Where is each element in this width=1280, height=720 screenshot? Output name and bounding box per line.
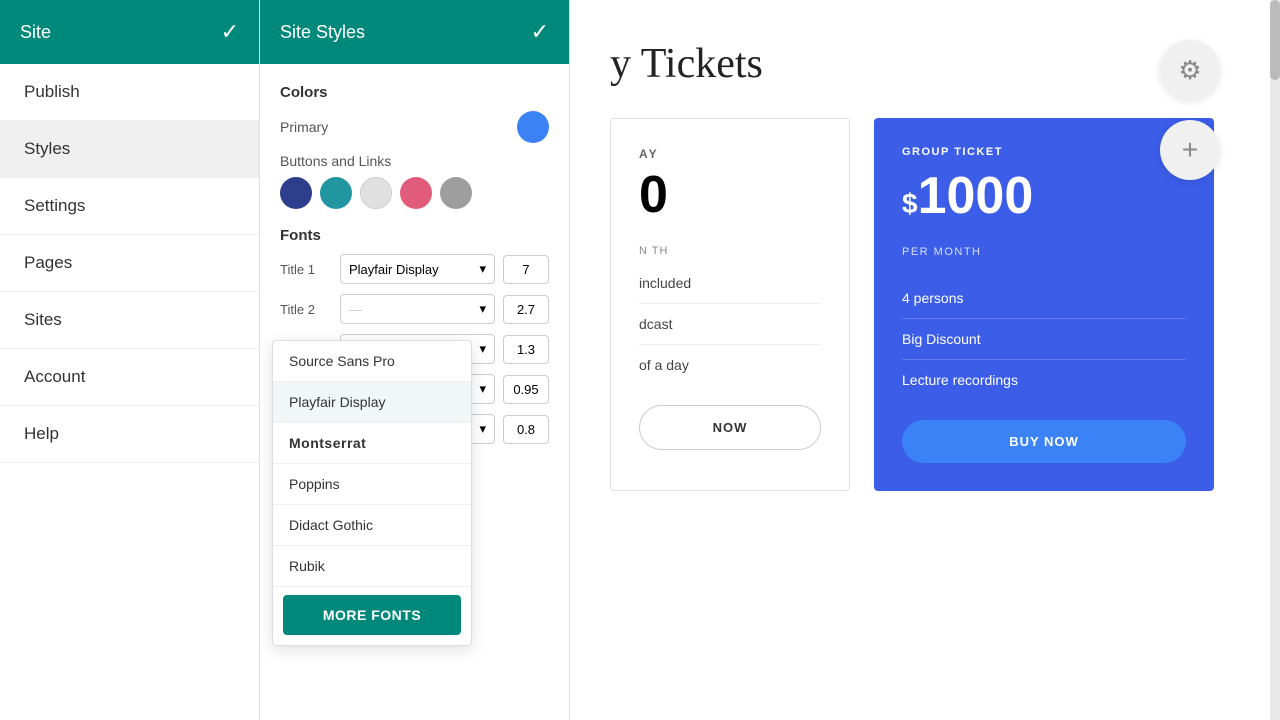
gear-button[interactable]: ⚙: [1160, 40, 1220, 100]
color-dot-gray[interactable]: [440, 177, 472, 209]
chevron-down-icon4: ▾: [479, 381, 486, 397]
sidebar-check-icon[interactable]: ✓: [221, 19, 239, 45]
font-size-text[interactable]: 0.95: [503, 375, 549, 404]
color-dots-row: [280, 177, 549, 209]
sidebar-item-sites[interactable]: Sites: [0, 292, 259, 349]
colors-section-label: Colors: [280, 84, 549, 101]
color-dot-lightgray[interactable]: [360, 177, 392, 209]
scrollbar-thumb[interactable]: [1270, 0, 1280, 80]
chevron-down-icon: ▾: [479, 261, 486, 277]
tickets-grid: AY 0 N TH included dcast of a day NOW GR…: [610, 118, 1240, 491]
free-ticket-price: 0: [639, 166, 668, 224]
group-ticket-feature-1: Big Discount: [902, 319, 1186, 360]
main-content: ⚙ + y Tickets AY 0 N TH included dcast: [570, 0, 1280, 720]
sidebar-item-styles[interactable]: Styles: [0, 121, 259, 178]
sidebar-item-settings[interactable]: Settings: [0, 178, 259, 235]
scrollbar[interactable]: [1270, 0, 1280, 720]
font-row-title2-label: Title 2: [280, 302, 332, 317]
font-option-rubik[interactable]: Rubik: [273, 546, 471, 587]
color-dot-pink[interactable]: [400, 177, 432, 209]
free-ticket-period: N TH: [639, 245, 821, 257]
font-size-title2[interactable]: 2.7: [503, 295, 549, 324]
font-size-title3[interactable]: 1.3: [503, 335, 549, 364]
sidebar: Site ✓ Publish Styles Settings Pages Sit…: [0, 0, 260, 720]
group-ticket-buy-button[interactable]: BUY NOW: [902, 420, 1186, 463]
page-title: y Tickets: [610, 40, 1240, 88]
font-option-poppins[interactable]: Poppins: [273, 464, 471, 505]
font-size-text2[interactable]: 0.8: [503, 415, 549, 444]
free-ticket-buy-button[interactable]: NOW: [639, 405, 821, 450]
styles-panel-check-icon[interactable]: ✓: [531, 19, 549, 45]
chevron-down-icon3: ▾: [479, 341, 486, 357]
primary-color-swatch[interactable]: [517, 111, 549, 143]
add-button[interactable]: +: [1160, 120, 1220, 180]
buttons-links-label: Buttons and Links: [280, 153, 549, 169]
plus-icon: +: [1182, 134, 1198, 166]
font-row-title2: Title 2 — ▾ 2.7: [280, 294, 549, 324]
sidebar-item-pages[interactable]: Pages: [0, 235, 259, 292]
font-select-title1[interactable]: Playfair Display ▾: [340, 254, 495, 284]
sidebar-item-publish[interactable]: Publish: [0, 64, 259, 121]
styles-panel: Site Styles ✓ Colors Primary Buttons and…: [260, 0, 570, 720]
chevron-down-icon5: ▾: [479, 421, 486, 437]
group-ticket-price-area: $1000: [902, 166, 1186, 226]
page-preview: ⚙ + y Tickets AY 0 N TH included dcast: [570, 0, 1280, 720]
primary-label: Primary: [280, 119, 328, 135]
font-select-title2[interactable]: — ▾: [340, 294, 495, 324]
font-row-title1-label: Title 1: [280, 262, 332, 277]
group-ticket-feature-2: Lecture recordings: [902, 360, 1186, 400]
styles-panel-title: Site Styles: [280, 22, 365, 43]
fonts-section-label: Fonts: [280, 227, 549, 244]
free-ticket-feature-0: included: [639, 263, 821, 304]
chevron-down-icon2: ▾: [479, 301, 486, 317]
font-option-montserrat[interactable]: Montserrat: [273, 423, 471, 464]
gear-icon: ⚙: [1178, 55, 1201, 86]
sidebar-item-account[interactable]: Account: [0, 349, 259, 406]
font-select-title1-value: Playfair Display: [349, 262, 439, 277]
group-ticket-badge: GROUP TICKET: [902, 146, 1186, 158]
color-dot-darkblue[interactable]: [280, 177, 312, 209]
free-ticket-day-label: AY: [639, 147, 821, 161]
sidebar-title: Site: [20, 22, 51, 43]
ticket-card-group: GROUP TICKET $1000 PER MONTH 4 persons B…: [874, 118, 1214, 491]
font-row-title1: Title 1 Playfair Display ▾ 7: [280, 254, 549, 284]
sidebar-item-help[interactable]: Help: [0, 406, 259, 463]
group-ticket-feature-0: 4 persons: [902, 278, 1186, 319]
colors-section: Colors Primary Buttons and Links: [280, 84, 549, 209]
sidebar-header: Site ✓: [0, 0, 259, 64]
font-size-title1[interactable]: 7: [503, 255, 549, 284]
ticket-card-free: AY 0 N TH included dcast of a day NOW: [610, 118, 850, 491]
group-ticket-per-month: PER MONTH: [902, 246, 1186, 258]
free-ticket-feature-2: of a day: [639, 345, 821, 385]
free-ticket-feature-1: dcast: [639, 304, 821, 345]
styles-panel-header: Site Styles ✓: [260, 0, 569, 64]
font-dropdown: Source Sans Pro Playfair Display Montser…: [272, 340, 472, 646]
font-option-didact-gothic[interactable]: Didact Gothic: [273, 505, 471, 546]
color-dot-teal[interactable]: [320, 177, 352, 209]
font-option-source-sans-pro[interactable]: Source Sans Pro: [273, 341, 471, 382]
free-ticket-price-area: 0: [639, 165, 821, 225]
font-option-playfair-display[interactable]: Playfair Display: [273, 382, 471, 423]
group-ticket-price-symbol: $: [902, 188, 918, 219]
primary-row: Primary: [280, 111, 549, 143]
more-fonts-button[interactable]: MORE FONTS: [283, 595, 461, 635]
group-ticket-price: 1000: [918, 167, 1034, 225]
